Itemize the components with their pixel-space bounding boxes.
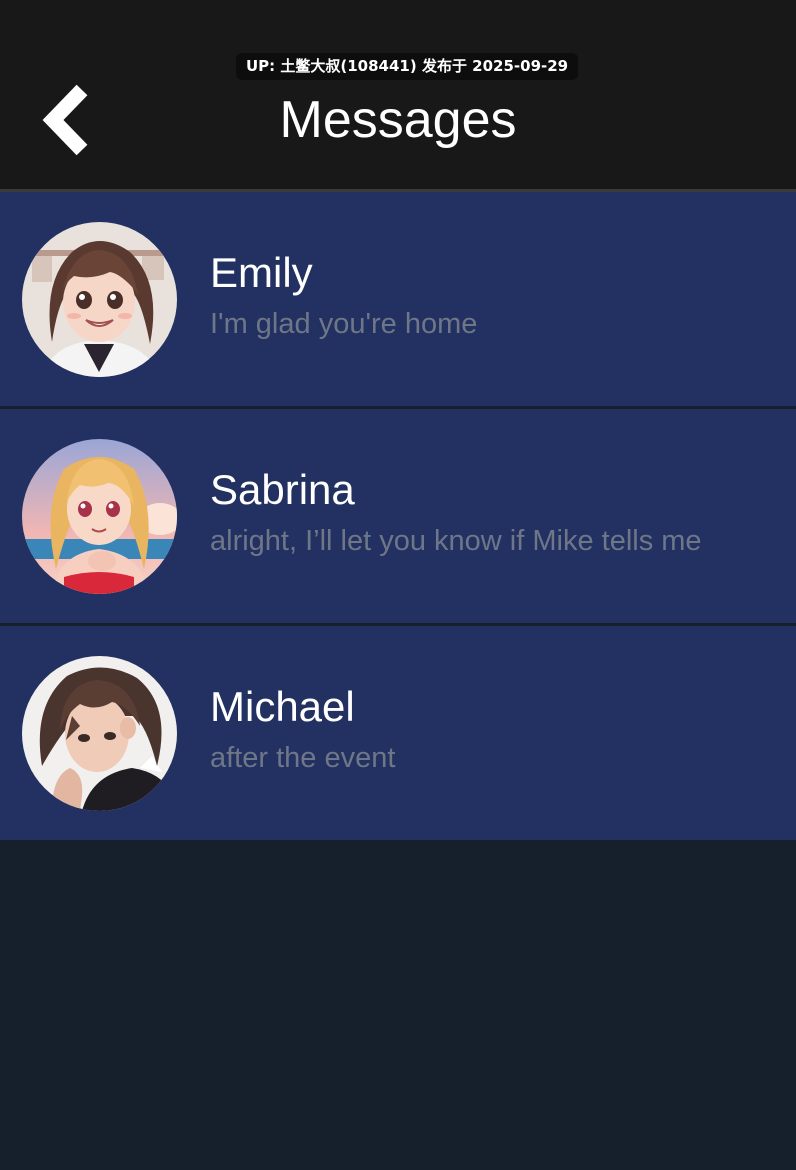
conversation-item-emily[interactable]: Emily I'm glad you're home bbox=[0, 192, 796, 406]
header-bar: UP: 土鳖大叔(108441) 发布于 2025-09-29 Messages bbox=[0, 0, 796, 192]
avatar-emily bbox=[22, 222, 177, 377]
conversation-name: Sabrina bbox=[210, 466, 355, 513]
conversation-preview: I'm glad you're home bbox=[210, 308, 478, 340]
conversation-name: Emily bbox=[210, 249, 313, 296]
conversation-name: Michael bbox=[210, 683, 355, 730]
avatar-sabrina bbox=[22, 439, 177, 594]
conversation-item-michael[interactable]: Michael after the event bbox=[0, 626, 796, 840]
page-title: Messages bbox=[279, 91, 517, 149]
conversation-preview: after the event bbox=[210, 742, 396, 774]
conversation-item-sabrina[interactable]: Sabrina alright, I’ll let you know if Mi… bbox=[0, 409, 796, 623]
uploader-watermark: UP: 土鳖大叔(108441) 发布于 2025-09-29 bbox=[236, 53, 579, 80]
avatar-michael bbox=[22, 656, 177, 811]
conversation-preview: alright, I’ll let you know if Mike tells… bbox=[210, 525, 702, 557]
